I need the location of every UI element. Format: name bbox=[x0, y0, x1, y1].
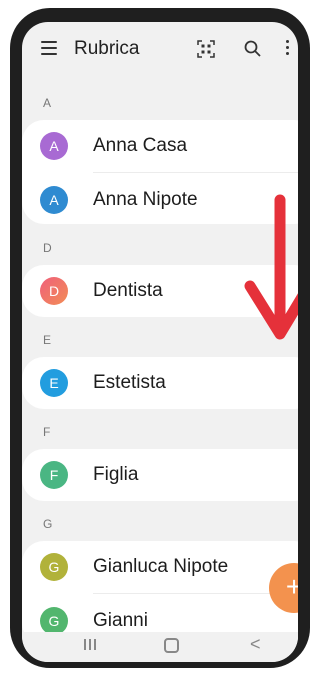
contact-name: Anna Nipote bbox=[93, 189, 198, 210]
qr-scan-icon[interactable] bbox=[196, 39, 216, 59]
avatar: G bbox=[40, 607, 68, 635]
contact-name: Anna Casa bbox=[93, 135, 188, 156]
system-nav-bar: < bbox=[22, 632, 298, 662]
section-header-f: F bbox=[43, 425, 51, 439]
divider bbox=[93, 172, 298, 173]
app-bar: Rubrica bbox=[22, 22, 298, 78]
avatar: F bbox=[40, 461, 68, 489]
contact-name: Estetista bbox=[93, 372, 166, 393]
contact-name: Dentista bbox=[93, 280, 163, 301]
contact-item[interactable]: E Estetista bbox=[22, 359, 298, 409]
avatar: G bbox=[40, 553, 68, 581]
more-vert-icon[interactable] bbox=[284, 40, 290, 58]
contact-group-g: G Gianluca Nipote G Gianni bbox=[22, 541, 298, 645]
contact-name: Figlia bbox=[93, 464, 139, 485]
arrow-down-icon bbox=[244, 194, 298, 340]
page-title: Rubrica bbox=[74, 38, 140, 59]
avatar: D bbox=[40, 277, 68, 305]
contact-item[interactable]: A Anna Casa bbox=[22, 122, 298, 173]
menu-icon[interactable] bbox=[41, 41, 57, 55]
contact-name: Gianni bbox=[93, 610, 148, 631]
contact-group-f: F Figlia bbox=[22, 449, 298, 501]
home-icon[interactable] bbox=[164, 638, 179, 653]
back-icon[interactable]: < bbox=[250, 634, 261, 655]
section-header-e: E bbox=[43, 333, 52, 347]
contact-item[interactable]: G Gianluca Nipote bbox=[22, 543, 298, 594]
contact-group-e: E Estetista bbox=[22, 357, 298, 409]
divider bbox=[93, 593, 298, 594]
contact-item[interactable]: F Figlia bbox=[22, 451, 298, 501]
recents-icon[interactable] bbox=[83, 637, 97, 651]
avatar: A bbox=[40, 132, 68, 160]
avatar: E bbox=[40, 369, 68, 397]
screen: Rubrica A A Anna Casa A Anna Nipote D D bbox=[22, 22, 298, 662]
avatar: A bbox=[40, 186, 68, 214]
section-header-d: D bbox=[43, 241, 52, 255]
search-icon[interactable] bbox=[243, 39, 263, 59]
contact-name: Gianluca Nipote bbox=[93, 556, 229, 577]
section-header-g: G bbox=[43, 517, 53, 531]
section-header-a: A bbox=[43, 96, 52, 110]
